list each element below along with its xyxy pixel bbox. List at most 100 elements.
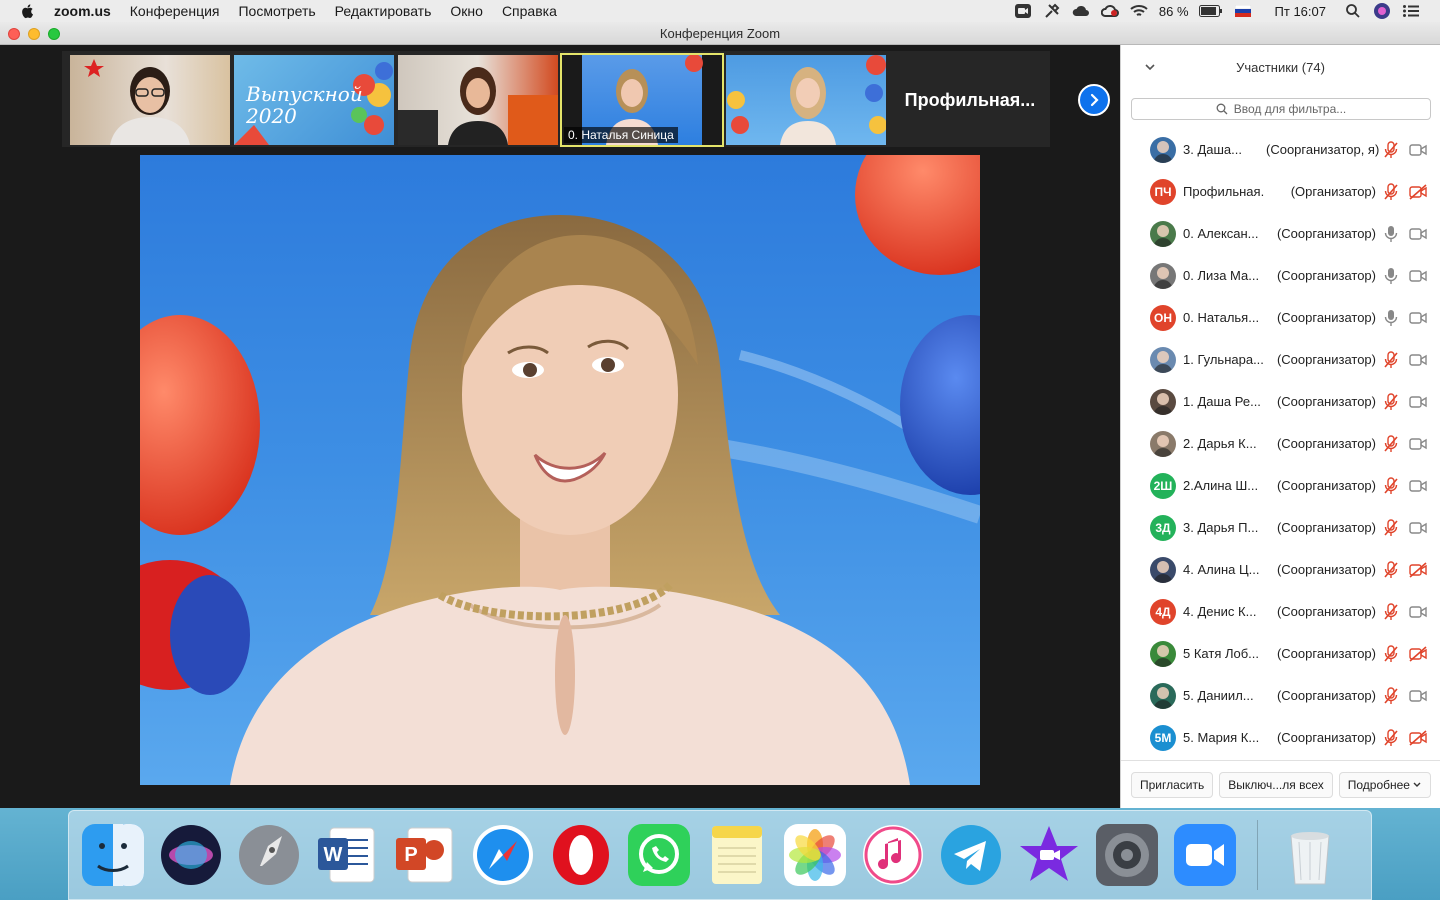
powerpoint-icon[interactable]: P — [393, 823, 457, 887]
telegram-icon[interactable] — [939, 823, 1003, 887]
participant-row[interactable]: 4. Алина Ц... (Соорганизатор) — [1121, 549, 1440, 591]
trash-icon[interactable] — [1278, 823, 1342, 887]
participant-row[interactable]: 5 Катя Лоб... (Соорганизатор) — [1121, 633, 1440, 675]
video-thumbnail[interactable] — [398, 55, 558, 145]
mic-muted-icon[interactable] — [1383, 687, 1399, 705]
participant-row[interactable]: 4Д 4. Денис К... (Соорганизатор) — [1121, 591, 1440, 633]
camera-icon[interactable] — [1409, 226, 1427, 242]
camera-icon[interactable] — [1409, 604, 1427, 620]
mic-muted-icon[interactable] — [1383, 519, 1399, 537]
participant-row[interactable]: ПЧ Профильная... (Организатор) — [1121, 171, 1440, 213]
video-thumbnail[interactable] — [726, 55, 886, 145]
more-button[interactable]: Подробнее — [1338, 771, 1431, 798]
participant-row[interactable]: 3Д 3. Дарья П... (Соорганизатор) — [1121, 507, 1440, 549]
spotlight-search-icon[interactable] — [1344, 3, 1362, 19]
menu-view[interactable]: Посмотреть — [238, 3, 315, 19]
safari-icon[interactable] — [471, 823, 535, 887]
camera-icon[interactable] — [1409, 142, 1427, 158]
participant-row[interactable]: 5. Даниил... (Соорганизатор) — [1121, 675, 1440, 717]
participant-row[interactable]: 0. Алексан... (Соорганизатор) — [1121, 213, 1440, 255]
video-thumbnail-active[interactable]: 0. Наталья Синица — [560, 53, 724, 147]
zoom-status-icon[interactable] — [1014, 3, 1032, 19]
camera-icon[interactable] — [1409, 268, 1427, 284]
organizer-name-tile[interactable]: Профильная... — [890, 55, 1050, 145]
launchpad-icon[interactable] — [237, 823, 301, 887]
russian-flag-icon[interactable] — [1234, 3, 1252, 19]
camera-off-icon[interactable] — [1409, 184, 1427, 200]
apple-logo-icon[interactable] — [20, 3, 36, 19]
mic-icon[interactable] — [1383, 267, 1399, 285]
opera-icon[interactable] — [549, 823, 613, 887]
siri-icon[interactable] — [159, 823, 223, 887]
participant-row[interactable]: 1. Даша Ре... (Соорганизатор) — [1121, 381, 1440, 423]
mic-muted-icon[interactable] — [1383, 477, 1399, 495]
camera-off-icon[interactable] — [1409, 646, 1427, 662]
tools-icon[interactable] — [1043, 3, 1061, 19]
mic-muted-icon[interactable] — [1383, 645, 1399, 663]
camera-off-icon[interactable] — [1409, 562, 1427, 578]
menu-help[interactable]: Справка — [502, 3, 557, 19]
participant-video-icon — [84, 59, 190, 145]
camera-icon[interactable] — [1409, 394, 1427, 410]
system-preferences-icon[interactable] — [1095, 823, 1159, 887]
menu-conference[interactable]: Конференция — [130, 3, 220, 19]
next-page-button[interactable] — [1078, 84, 1110, 116]
participant-row[interactable]: ОН 0. Наталья... (Соорганизатор) — [1121, 297, 1440, 339]
video-thumbnail[interactable]: Выпускной 2020 — [234, 55, 394, 145]
avatar: 4Д — [1150, 599, 1176, 625]
participant-row[interactable]: 3. Даша... (Соорганизатор, я) — [1121, 129, 1440, 171]
camera-icon[interactable] — [1409, 478, 1427, 494]
participant-row[interactable]: 2Ш 2.Алина Ш... (Соорганизатор) — [1121, 465, 1440, 507]
notes-icon[interactable] — [705, 823, 769, 887]
mic-muted-icon[interactable] — [1383, 603, 1399, 621]
camera-icon[interactable] — [1409, 436, 1427, 452]
mic-icon[interactable] — [1383, 225, 1399, 243]
mic-muted-icon[interactable] — [1383, 435, 1399, 453]
mic-muted-icon[interactable] — [1383, 351, 1399, 369]
participant-row[interactable]: 2. Дарья К... (Соорганизатор) — [1121, 423, 1440, 465]
mic-muted-icon[interactable] — [1383, 561, 1399, 579]
mute-all-button[interactable]: Выключ...ля всех — [1219, 771, 1333, 798]
window-titlebar[interactable]: Конференция Zoom — [0, 22, 1440, 45]
zoom-icon[interactable] — [1173, 823, 1237, 887]
participant-row[interactable]: 0. Лиза Ма... (Соорганизатор) — [1121, 255, 1440, 297]
participant-row[interactable]: 1. Гульнара... (Соорганизатор) — [1121, 339, 1440, 381]
mic-muted-icon[interactable] — [1383, 141, 1399, 159]
photos-icon[interactable] — [783, 823, 847, 887]
close-button[interactable] — [8, 28, 20, 40]
notification-center-icon[interactable] — [1402, 3, 1420, 19]
camera-icon[interactable] — [1409, 352, 1427, 368]
camera-icon[interactable] — [1409, 310, 1427, 326]
mic-icon[interactable] — [1383, 309, 1399, 327]
battery-icon[interactable] — [1198, 3, 1223, 19]
mic-muted-icon[interactable] — [1383, 393, 1399, 411]
camera-icon[interactable] — [1409, 688, 1427, 704]
whatsapp-icon[interactable] — [627, 823, 691, 887]
word-icon[interactable]: W — [315, 823, 379, 887]
video-thumbnail[interactable] — [70, 55, 230, 145]
zoom-window-button[interactable] — [48, 28, 60, 40]
menu-app-name[interactable]: zoom.us — [54, 3, 111, 19]
menu-window[interactable]: Окно — [450, 3, 483, 19]
main-speaker-video[interactable] — [140, 155, 980, 785]
chevron-right-icon — [1090, 93, 1099, 107]
mic-muted-icon[interactable] — [1383, 729, 1399, 747]
creative-cloud-icon[interactable] — [1100, 3, 1119, 19]
search-icon — [1216, 103, 1228, 115]
finder-icon[interactable] — [81, 823, 145, 887]
chevron-down-icon[interactable] — [1143, 60, 1157, 74]
camera-off-icon[interactable] — [1409, 730, 1427, 746]
participant-row[interactable]: 5М 5. Мария К... (Соорганизатор) — [1121, 717, 1440, 759]
imovie-icon[interactable] — [1017, 823, 1081, 887]
participant-filter-input[interactable]: Ввод для фильтра... — [1131, 98, 1431, 120]
menu-edit[interactable]: Редактировать — [335, 3, 432, 19]
clock[interactable]: Пт 16:07 — [1275, 4, 1326, 19]
cloud-icon[interactable] — [1072, 3, 1090, 19]
wifi-icon[interactable] — [1130, 3, 1148, 19]
music-icon[interactable] — [861, 823, 925, 887]
mic-muted-icon[interactable] — [1383, 183, 1399, 201]
invite-button[interactable]: Пригласить — [1131, 771, 1214, 798]
minimize-button[interactable] — [28, 28, 40, 40]
camera-icon[interactable] — [1409, 520, 1427, 536]
siri-menubar-icon[interactable] — [1373, 3, 1391, 19]
